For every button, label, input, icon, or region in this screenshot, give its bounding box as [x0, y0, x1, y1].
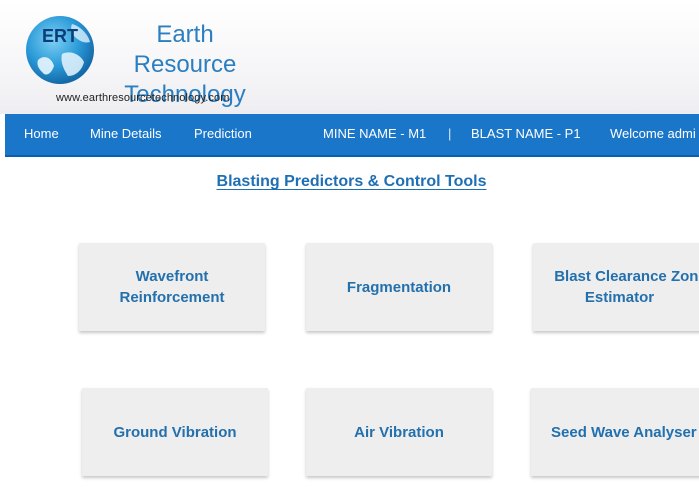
main-nav: Home Mine Details Prediction MINE NAME -…: [5, 114, 699, 157]
tile-label: Blast Clearance Zone Estimator: [534, 266, 699, 308]
tile-label-line1: Wavefront: [135, 268, 209, 285]
tile-label: Fragmentation: [346, 278, 452, 296]
tool-tile-air-vibration[interactable]: Air Vibration: [306, 388, 492, 476]
welcome-user-menu[interactable]: Welcome admi: [610, 126, 696, 141]
logo-text: ERT: [42, 26, 78, 46]
nav-prediction-link[interactable]: Prediction: [194, 126, 252, 141]
blast-name-info: BLAST NAME - P1: [471, 126, 581, 141]
brand-name-line1: Earth Resource: [133, 21, 237, 78]
page-title: Blasting Predictors & Control Tools: [0, 173, 699, 191]
page-title-text: Blasting Predictors & Control Tools: [216, 173, 487, 190]
tool-tile-wavefront-reinforcement[interactable]: Wavefront Reinforcement: [79, 243, 265, 331]
tool-tile-ground-vibration[interactable]: Ground Vibration: [82, 388, 268, 476]
website-url: www.earthresourcetechnology.com: [56, 92, 230, 104]
tile-label: Wavefront Reinforcement: [113, 266, 230, 308]
tile-label: Ground Vibration: [113, 423, 237, 441]
globe-logo-icon[interactable]: ERT: [22, 10, 98, 86]
tile-label-line1: Blast Clearance Zone: [554, 268, 699, 285]
nav-home-link[interactable]: Home: [24, 126, 59, 141]
tile-label: Seed Wave Analyser: [551, 423, 697, 441]
tool-tile-blast-clearance-zone-estimator[interactable]: Blast Clearance Zone Estimator: [533, 243, 699, 331]
tool-tile-seed-wave-analyser[interactable]: Seed Wave Analyser: [531, 388, 699, 476]
site-header: ERT Earth Resource Technology www.earthr…: [0, 0, 699, 114]
mine-name-info: MINE NAME - M1: [323, 126, 427, 141]
tile-label: Air Vibration: [354, 423, 444, 441]
tile-label-line2: Estimator: [584, 289, 655, 306]
nav-mine-details-link[interactable]: Mine Details: [90, 126, 162, 141]
nav-separator: |: [448, 126, 452, 141]
tool-tile-fragmentation[interactable]: Fragmentation: [306, 243, 492, 331]
tile-label-line2: Reinforcement: [119, 289, 225, 306]
